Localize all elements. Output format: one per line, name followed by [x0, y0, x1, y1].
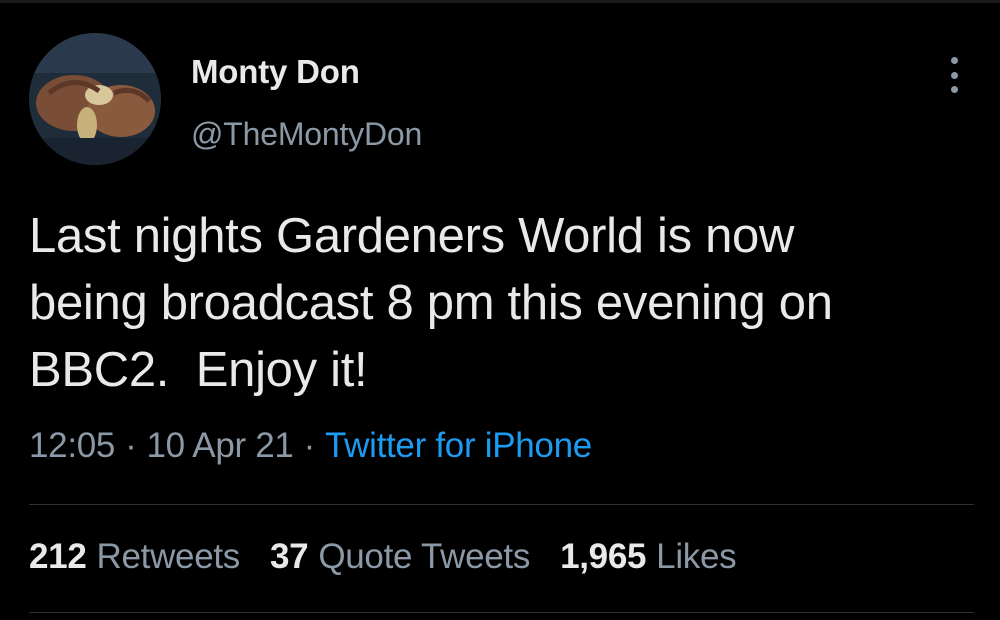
- retweets-label: Retweets: [96, 537, 241, 576]
- meta-separator: ·: [125, 426, 137, 465]
- avatar[interactable]: [29, 33, 161, 165]
- quote-tweets-count: 37: [270, 537, 309, 576]
- tweet-text: Last nights Gardeners World is now being…: [29, 209, 833, 397]
- tweet-date[interactable]: 10 Apr 21: [146, 426, 293, 465]
- display-name[interactable]: Monty Don: [191, 53, 360, 91]
- likes-label: Likes: [656, 537, 737, 576]
- quote-tweets-label: Quote Tweets: [318, 537, 531, 576]
- quote-tweets-stat[interactable]: 37 Quote Tweets: [270, 537, 530, 577]
- tweet-time[interactable]: 12:05: [29, 426, 115, 465]
- top-divider: [0, 0, 1000, 3]
- meta-separator: ·: [303, 426, 316, 465]
- user-handle[interactable]: @TheMontyDon: [191, 116, 422, 153]
- retweets-stat[interactable]: 212 Retweets: [29, 537, 240, 577]
- avatar-image: [29, 33, 161, 165]
- likes-stat[interactable]: 1,965 Likes: [560, 537, 737, 577]
- more-dot: [950, 57, 958, 64]
- more-options-icon[interactable]: [944, 57, 964, 93]
- likes-count: 1,965: [560, 537, 647, 576]
- more-dot: [950, 86, 958, 93]
- stats-divider-top: [29, 504, 974, 505]
- tweet-meta: 12:05 · 10 Apr 21 · Twitter for iPhone: [29, 426, 592, 466]
- more-dot: [950, 71, 958, 79]
- tweet-source-link[interactable]: Twitter for iPhone: [325, 426, 592, 465]
- retweets-count: 212: [29, 537, 87, 576]
- engagement-stats: 212 Retweets 37 Quote Tweets 1,965 Likes: [29, 537, 737, 577]
- tweet-header: Monty Don @TheMontyDon: [29, 33, 974, 165]
- stats-divider-bottom: [29, 612, 974, 613]
